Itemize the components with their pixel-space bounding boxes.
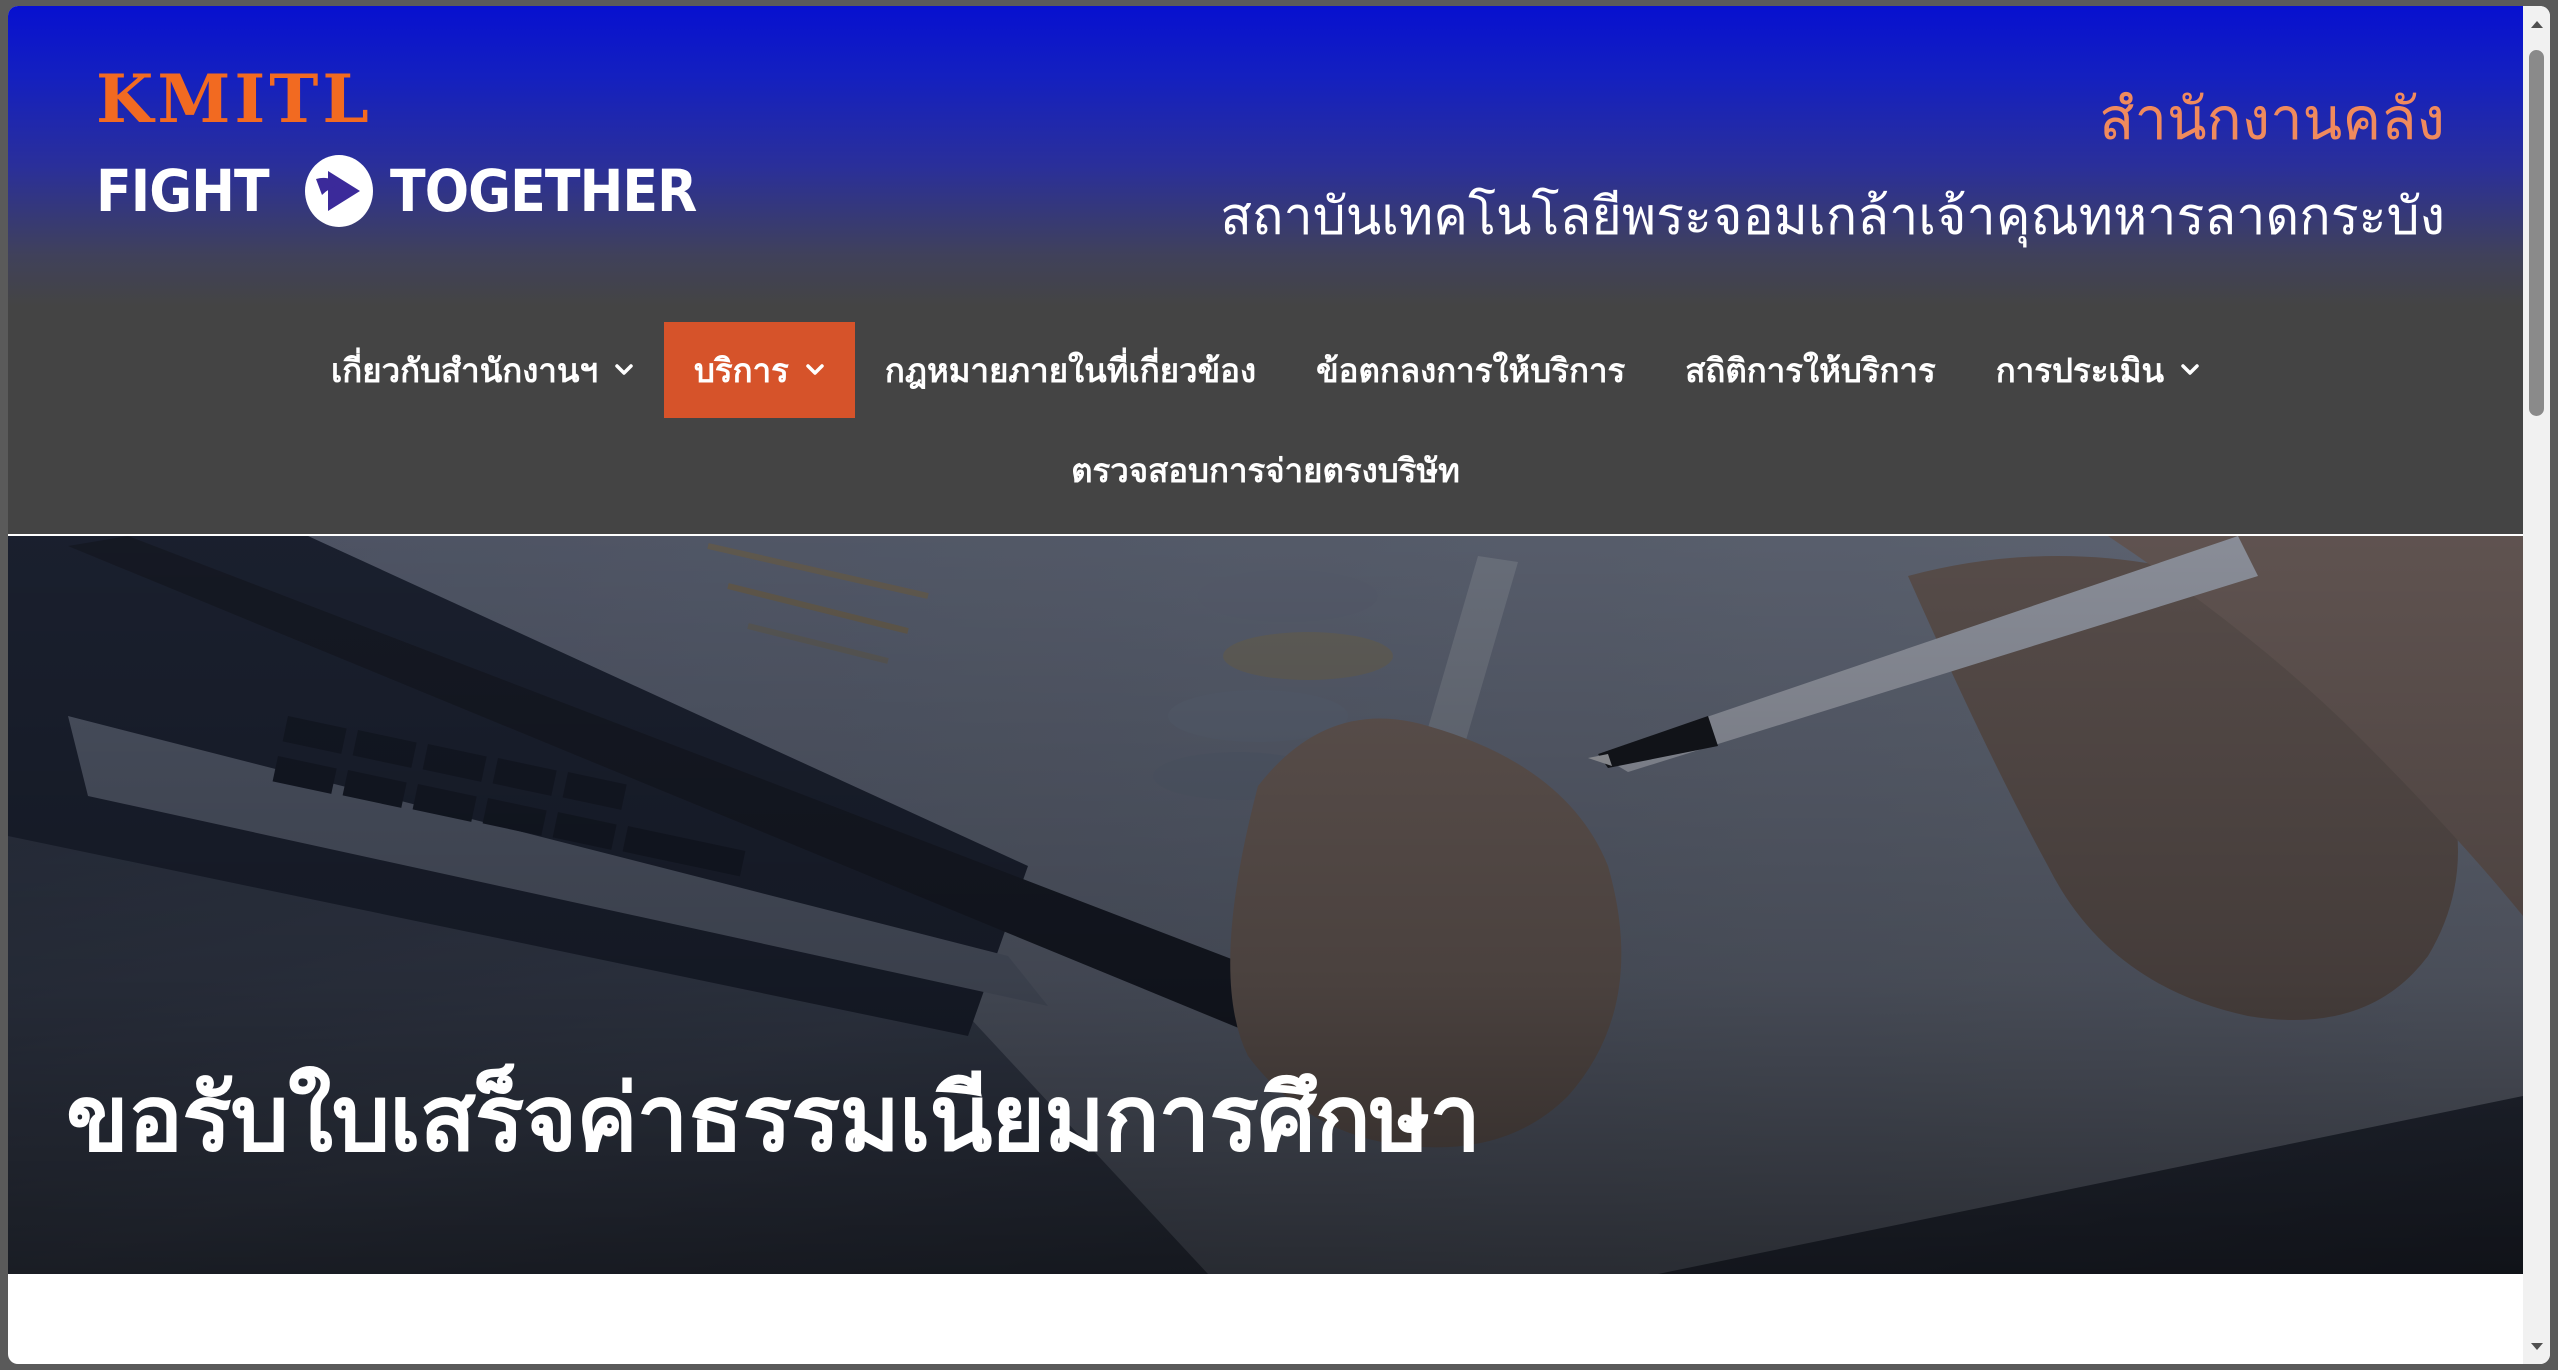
logo-word-fight: FIGHT <box>96 157 270 225</box>
page: KMITL FIGHT TOGETHER สำนักงานคลัง สถาบัน… <box>8 6 2523 1364</box>
scroll-up-arrow-icon[interactable] <box>2523 10 2550 37</box>
logo-kmitl-text: KMITL <box>96 60 373 138</box>
nav-row-2: ตรวจสอบการจ่ายตรงบริษัท <box>8 422 2523 518</box>
nav-item-direct-payment-check[interactable]: ตรวจสอบการจ่ายตรงบริษัท <box>1041 422 1490 518</box>
kmitl-logo[interactable]: KMITL FIGHT TOGETHER <box>96 60 697 236</box>
nav-item-label: เกี่ยวกับสำนักงานฯ <box>330 350 598 390</box>
logo-word-together: TOGETHER <box>389 157 697 225</box>
nav-item-label: สถิติการให้บริการ <box>1685 350 1936 390</box>
hero-title: ขอรับใบเสร็จค่าธรรมเนียมการศึกษา <box>66 1065 1481 1172</box>
nav-item-evaluation[interactable]: การประเมิน <box>1966 322 2230 418</box>
nav-item-label: กฎหมายภายในที่เกี่ยวข้อง <box>884 350 1257 390</box>
chevron-down-icon <box>614 360 634 380</box>
nav-item-label: ตรวจสอบการจ่ายตรงบริษัท <box>1071 450 1460 490</box>
scroll-thumb[interactable] <box>2529 50 2544 416</box>
nav-item-service-agreement[interactable]: ข้อตกลงการให้บริการ <box>1286 322 1655 418</box>
chevron-down-icon <box>2180 360 2200 380</box>
site-header: KMITL FIGHT TOGETHER สำนักงานคลัง สถาบัน… <box>8 6 2523 534</box>
nav-item-label: บริการ <box>693 350 789 390</box>
hero-banner: ขอรับใบเสร็จค่าธรรมเนียมการศึกษา <box>8 536 2523 1274</box>
logo-slogan: FIGHT TOGETHER <box>96 146 730 236</box>
chevron-down-icon <box>805 360 825 380</box>
nav-item-about[interactable]: เกี่ยวกับสำนักงานฯ <box>301 322 664 418</box>
nav-item-label: ข้อตกลงการให้บริการ <box>1316 350 1626 390</box>
play-emblem-icon <box>300 151 378 231</box>
nav-item-service-statistics[interactable]: สถิติการให้บริการ <box>1655 322 1966 418</box>
office-title: สำนักงานคลัง <box>2099 85 2445 153</box>
nav-item-services[interactable]: บริการ <box>663 322 855 418</box>
scroll-down-arrow-icon[interactable] <box>2523 1333 2550 1360</box>
browser-window: KMITL FIGHT TOGETHER สำนักงานคลัง สถาบัน… <box>8 6 2550 1364</box>
nav-item-label: การประเมิน <box>1995 350 2165 390</box>
nav-row-1: เกี่ยวกับสำนักงานฯ บริการ กฎหมายภายในที่… <box>8 322 2523 418</box>
institute-name: สถาบันเทคโนโลยีพระจอมเกล้าเจ้าคุณทหารลาด… <box>1220 187 2445 247</box>
vertical-scrollbar[interactable] <box>2523 6 2550 1364</box>
nav-item-internal-laws[interactable]: กฎหมายภายในที่เกี่ยวข้อง <box>855 322 1286 418</box>
